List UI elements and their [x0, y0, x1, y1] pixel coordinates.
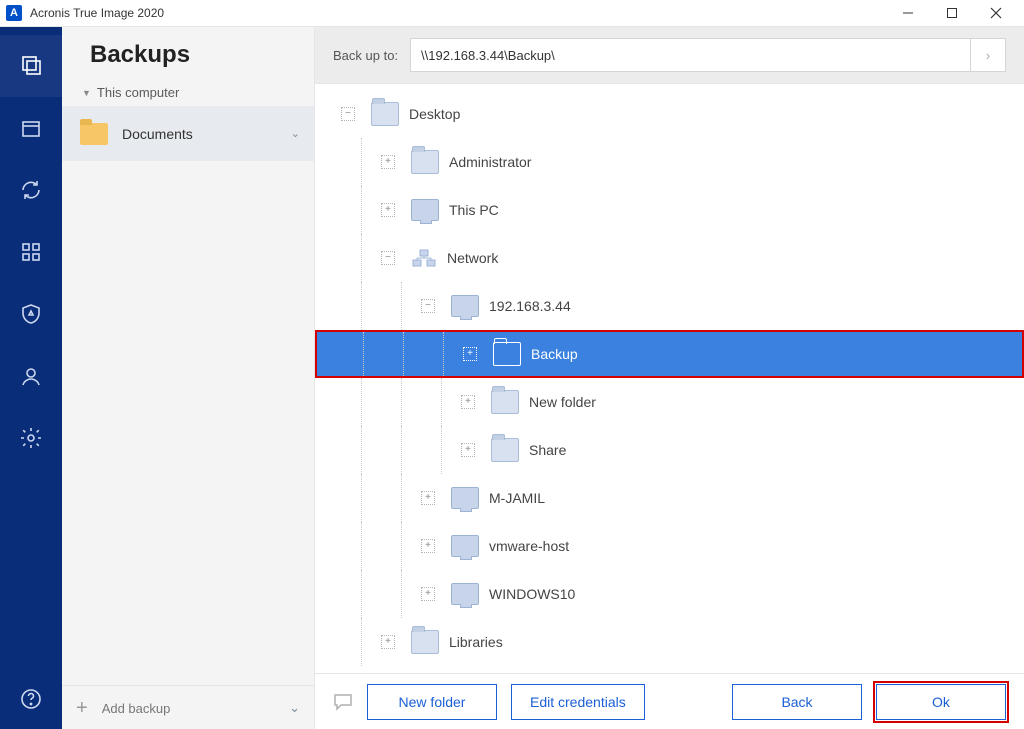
folder-icon	[411, 630, 439, 654]
tree-node-share[interactable]: + Share	[315, 426, 1024, 474]
pc-icon	[451, 535, 479, 557]
expand-icon[interactable]: +	[421, 491, 435, 505]
app-icon: A	[6, 5, 22, 21]
close-button[interactable]	[974, 0, 1018, 26]
nav-help-icon[interactable]	[0, 668, 62, 729]
tree-node-vmware-host[interactable]: + vmware-host	[315, 522, 1024, 570]
window-title: Acronis True Image 2020	[30, 6, 886, 20]
backup-item-documents[interactable]: Documents ⌄	[62, 106, 314, 161]
page-title: Backups	[90, 41, 314, 69]
minimize-button[interactable]	[886, 0, 930, 26]
back-button[interactable]: Back	[732, 684, 862, 720]
nav-protection-icon[interactable]	[0, 283, 62, 345]
destination-path-box: ›	[410, 38, 1006, 72]
tree-node-label: Libraries	[449, 634, 503, 650]
backup-item-label: Documents	[122, 126, 277, 142]
group-label: This computer	[97, 85, 179, 100]
edit-credentials-button[interactable]: Edit credentials	[511, 684, 645, 720]
destination-toolbar: Back up to: ›	[315, 27, 1024, 84]
folder-icon	[411, 150, 439, 174]
collapse-icon[interactable]: −	[341, 107, 355, 121]
caret-down-icon: ▼	[82, 88, 91, 98]
tree-node-network[interactable]: − Network	[315, 234, 1024, 282]
folder-icon	[80, 123, 108, 145]
pc-icon	[451, 487, 479, 509]
tree-node-label: 192.168.3.44	[489, 298, 571, 314]
folder-icon	[491, 390, 519, 414]
expand-icon[interactable]: +	[381, 203, 395, 217]
tree-node-label: vmware-host	[489, 538, 569, 554]
main-panel: Back up to: › − Desktop	[315, 27, 1024, 729]
tree-node-windows10[interactable]: + WINDOWS10	[315, 570, 1024, 618]
chevron-down-icon[interactable]: ⌄	[291, 127, 300, 140]
expand-icon[interactable]: +	[381, 155, 395, 169]
expand-icon[interactable]: +	[381, 635, 395, 649]
feedback-icon[interactable]	[333, 693, 353, 711]
folder-tree[interactable]: − Desktop + Administrator	[315, 84, 1024, 673]
group-this-computer[interactable]: ▼ This computer	[62, 79, 314, 106]
network-icon	[411, 249, 437, 267]
tree-node-desktop[interactable]: − Desktop	[315, 90, 1024, 138]
tree-node-host-192-168-3-44[interactable]: − 192.168.3.44	[315, 282, 1024, 330]
tree-node-this-pc[interactable]: + This PC	[315, 186, 1024, 234]
title-bar: A Acronis True Image 2020	[0, 0, 1024, 27]
pc-icon	[451, 295, 479, 317]
backup-list-panel: Backups ▼ This computer Documents ⌄ + Ad…	[62, 27, 315, 729]
tree-node-label: Desktop	[409, 106, 460, 122]
ok-button[interactable]: Ok	[876, 684, 1006, 720]
maximize-button[interactable]	[930, 0, 974, 26]
nav-archive-icon[interactable]	[0, 97, 62, 159]
tree-node-administrator[interactable]: + Administrator	[315, 138, 1024, 186]
tree-node-label: Share	[529, 442, 566, 458]
collapse-icon[interactable]: −	[421, 299, 435, 313]
expand-icon[interactable]: +	[461, 395, 475, 409]
add-backup-footer[interactable]: + Add backup ⌄	[62, 685, 314, 729]
expand-icon[interactable]: +	[461, 443, 475, 457]
collapse-icon[interactable]: −	[381, 251, 395, 265]
expand-icon[interactable]: +	[463, 347, 477, 361]
nav-backup-icon[interactable]	[0, 35, 62, 97]
plus-icon: +	[76, 698, 88, 718]
tree-node-label: Backup	[531, 346, 578, 362]
nav-sync-icon[interactable]	[0, 159, 62, 221]
folder-icon	[491, 438, 519, 462]
pc-icon	[411, 199, 439, 221]
tree-node-backup[interactable]: + Backup	[315, 330, 1024, 378]
nav-settings-icon[interactable]	[0, 407, 62, 469]
folder-icon	[371, 102, 399, 126]
expand-icon[interactable]: +	[421, 539, 435, 553]
bottom-toolbar: New folder Edit credentials Back Ok	[315, 673, 1024, 729]
tree-node-m-jamil[interactable]: + M-JAMIL	[315, 474, 1024, 522]
folder-icon	[493, 342, 521, 366]
nav-apps-icon[interactable]	[0, 221, 62, 283]
nav-account-icon[interactable]	[0, 345, 62, 407]
tree-node-label: This PC	[449, 202, 499, 218]
new-folder-button[interactable]: New folder	[367, 684, 497, 720]
chevron-down-icon[interactable]: ⌄	[289, 700, 300, 716]
tree-node-label: Network	[447, 250, 498, 266]
tree-node-label: M-JAMIL	[489, 490, 545, 506]
pc-icon	[451, 583, 479, 605]
tree-node-label: Administrator	[449, 154, 531, 170]
nav-rail	[0, 27, 62, 729]
tree-node-new-folder[interactable]: + New folder	[315, 378, 1024, 426]
add-backup-label: Add backup	[102, 701, 275, 716]
path-go-button[interactable]: ›	[970, 39, 1005, 71]
destination-path-input[interactable]	[411, 48, 970, 63]
tree-node-label: WINDOWS10	[489, 586, 575, 602]
expand-icon[interactable]: +	[421, 587, 435, 601]
tree-node-label: New folder	[529, 394, 596, 410]
tree-node-libraries[interactable]: + Libraries	[315, 618, 1024, 666]
backup-to-label: Back up to:	[333, 48, 398, 63]
